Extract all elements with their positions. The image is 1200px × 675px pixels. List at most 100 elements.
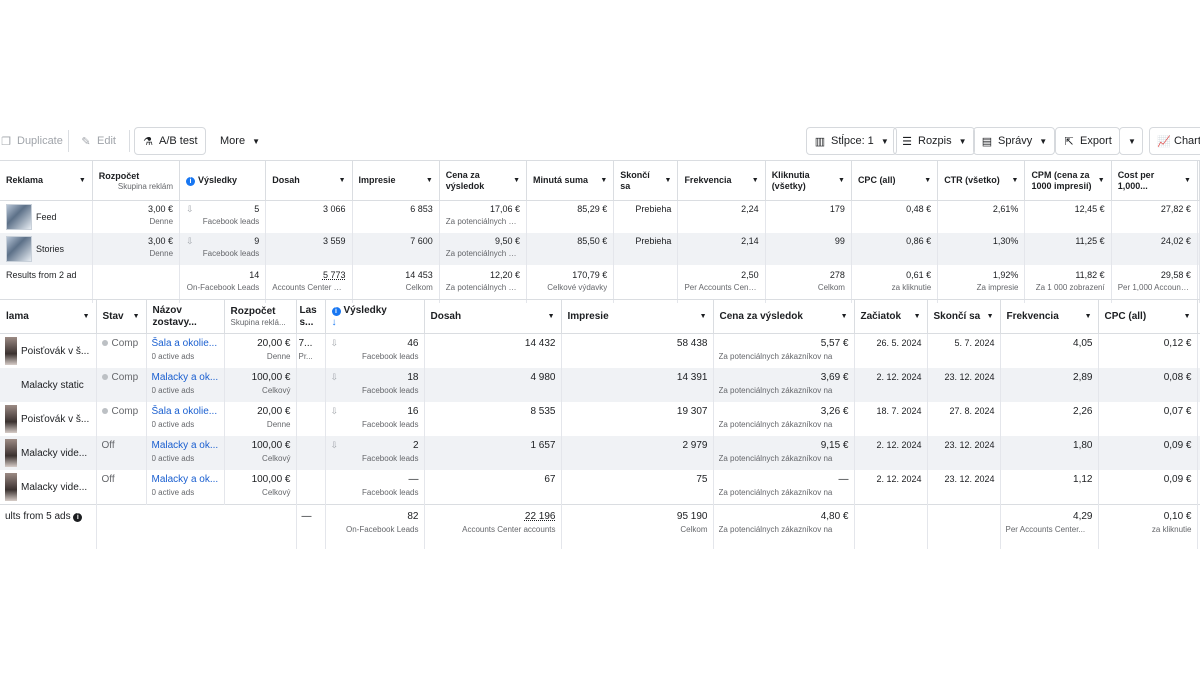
amount-spent-cell: 85,50 €: [526, 233, 615, 265]
reports-button[interactable]: ▤ Správy ▼: [973, 127, 1056, 155]
reach-cell: 1 657: [424, 436, 562, 470]
table-row[interactable]: Stories 3,00 € Denne ⇩ 9 Facebook leads 3 5…: [0, 233, 1200, 265]
col-header-cpm[interactable]: CPM (cena za 1000 impresií) ▼: [1024, 160, 1112, 201]
last-cell: [296, 436, 326, 470]
col-header-cpc[interactable]: CPC (all) ▼: [1098, 299, 1198, 334]
ad-name-cell[interactable]: Malacky vide...: [0, 436, 97, 470]
download-icon: ⇩: [330, 440, 339, 450]
ad-name-cell[interactable]: Poisťovák v š...: [0, 333, 97, 368]
table-row[interactable]: Feed 3,00 € Denne ⇩ 5 Facebook leads 3 066 …: [0, 200, 1200, 233]
download-icon: ⇩: [186, 236, 194, 246]
col-header-reach[interactable]: Dosah ▼: [265, 160, 353, 201]
breakdown-button[interactable]: ☰ Rozpis ▼: [893, 127, 975, 155]
adset-cell[interactable]: Šala a okolie... 0 active ads: [146, 333, 225, 368]
col-header-clicks[interactable]: Kliknutia (všetky) ▼: [765, 160, 852, 201]
budget-cell[interactable]: 3,00 € Denne: [92, 233, 181, 265]
col-header-ad[interactable]: lama ▼: [0, 299, 97, 334]
export-button[interactable]: ⇱ Export: [1055, 127, 1120, 155]
budget-cell[interactable]: 100,00 € Celkový: [224, 470, 297, 505]
status-cell[interactable]: Comp: [96, 333, 147, 368]
table-row[interactable]: Malacky vide... Off Malacky a ok... 0 act…: [0, 436, 1200, 470]
start-cell: 2. 12. 2024: [854, 470, 928, 505]
cpc-total: 0,10 € za kliknutie: [1098, 504, 1198, 549]
col-header-frequency[interactable]: Frekvencia ▼: [677, 160, 766, 201]
table-row[interactable]: Poisťovák v š... Comp Šala a okolie... 0 …: [0, 402, 1200, 436]
results-cell: ⇩ 5 Facebook leads: [179, 200, 267, 233]
adset-cell[interactable]: Malacky a ok... 0 active ads: [146, 470, 225, 505]
ad-name-cell[interactable]: Malacky static: [0, 368, 97, 402]
col-header-budget[interactable]: Rozpočet Skupina reklá...: [224, 299, 297, 334]
start-cell: 26. 5. 2024: [854, 333, 928, 368]
table-row[interactable]: Malacky vide... Off Malacky a ok... 0 act…: [0, 470, 1200, 505]
edit-button[interactable]: ✎ Edit: [72, 127, 124, 155]
budget-cell[interactable]: 20,00 € Denne: [224, 402, 297, 436]
caret-down-icon: ▼: [664, 177, 672, 184]
duplicate-button[interactable]: ❐ Duplicate: [0, 127, 71, 155]
charts-button[interactable]: 📈 Charts: [1149, 127, 1200, 155]
cpm-cell: 12,45 €: [1024, 200, 1112, 233]
table-row[interactable]: Poisťovák v š... Comp Šala a okolie... 0 …: [0, 333, 1200, 368]
adset-cell[interactable]: Malacky a ok... 0 active ads: [146, 436, 225, 470]
caret-down-icon: ▼: [513, 177, 521, 184]
ctr-total: 1,92% Za impresie: [937, 265, 1026, 303]
reach-cell: 4 980: [424, 368, 562, 402]
more-button[interactable]: More ▼: [212, 127, 268, 155]
totals-label: Results from 2 ad: [0, 265, 93, 303]
status-cell[interactable]: Comp: [96, 368, 147, 402]
results-cell: — Facebook leads: [325, 470, 425, 505]
results-total: 14 On-Facebook Leads: [179, 265, 267, 303]
col-header-budget[interactable]: Rozpočet Skupina reklám: [92, 160, 181, 201]
reach-total: 22 196 Accounts Center accounts: [424, 504, 562, 549]
col-header-cost-per-result[interactable]: Cena za výsledok ▼: [439, 160, 528, 201]
col-header-frequency[interactable]: Frekvencia ▼: [1000, 299, 1099, 334]
col-header-cpc[interactable]: CPC (all) ▼: [851, 160, 939, 201]
col-header-results[interactable]: i Výsledky ↓: [325, 299, 425, 334]
ad-name-cell[interactable]: Malacky vide...: [0, 470, 97, 505]
ad-name-cell[interactable]: Feed: [0, 200, 93, 233]
col-header-status[interactable]: Stav ▼: [96, 299, 147, 334]
ad-name-cell[interactable]: Poisťovák v š...: [0, 402, 97, 436]
export-dropdown-button[interactable]: ▼: [1119, 127, 1143, 155]
col-header-last[interactable]: Las s...: [296, 299, 326, 334]
budget-cell[interactable]: 100,00 € Celkový: [224, 436, 297, 470]
col-header-ctr[interactable]: CTR (všetko) ▼: [937, 160, 1026, 201]
col-header-ends[interactable]: Skončí sa ▼: [613, 160, 679, 201]
cpc-cell: 0,09 €: [1098, 436, 1198, 470]
col-header-reach[interactable]: Dosah ▼: [424, 299, 562, 334]
budget-cell[interactable]: 100,00 € Celkový: [224, 368, 297, 402]
status-cell[interactable]: Comp: [96, 402, 147, 436]
col-header-amount-spent[interactable]: Minutá suma ▼: [526, 160, 615, 201]
col-header-cost-per-result[interactable]: Cena za výsledok ▼: [713, 299, 855, 334]
col-header-impressions[interactable]: Impresie ▼: [352, 160, 440, 201]
ad-name-cell[interactable]: Stories: [0, 233, 93, 265]
columns-button[interactable]: ▥ Stĺpce: 1 ▼: [806, 127, 897, 155]
last-cell: 7... Pr...: [296, 333, 326, 368]
ab-test-button[interactable]: ⚗ A/B test: [134, 127, 206, 155]
budget-cell[interactable]: 3,00 € Denne: [92, 200, 181, 233]
budget-cell[interactable]: 20,00 € Denne: [224, 333, 297, 368]
col-header-start[interactable]: Začiatok ▼: [854, 299, 928, 334]
table-row[interactable]: Malacky static Comp Malacky a ok... 0 act…: [0, 368, 1200, 402]
col-header-results[interactable]: i Výsledky: [179, 160, 267, 201]
status-cell[interactable]: Off: [96, 436, 147, 470]
ends-cell: 27. 8. 2024: [927, 402, 1001, 436]
adset-cell[interactable]: Šala a okolie... 0 active ads: [146, 402, 225, 436]
status-cell[interactable]: Off: [96, 470, 147, 505]
totals-label: ults from 5 ads i: [0, 504, 97, 549]
impressions-total: 95 190 Celkom: [561, 504, 714, 549]
caret-down-icon: ▼: [338, 177, 346, 184]
col-header-impressions[interactable]: Impresie ▼: [561, 299, 714, 334]
col-header-ad[interactable]: Reklama ▼: [0, 160, 93, 201]
status-dot: [101, 408, 108, 415]
cpc-cell: 0,07 €: [1098, 402, 1198, 436]
frequency-cell: 1,12: [1000, 470, 1099, 505]
results-cell: ⇩ 16 Facebook leads: [325, 402, 425, 436]
col-header-ends[interactable]: Skončí sa ▼: [927, 299, 1001, 334]
breakdown-icon: ☰: [902, 135, 912, 148]
last-cell: [296, 470, 326, 505]
info-icon[interactable]: i: [73, 513, 83, 522]
ads-table-top: Reklama ▼ Rozpočet Skupina reklám i Výsledk…: [0, 160, 1200, 303]
col-header-cost-per[interactable]: Cost per 1,000... ▼: [1111, 160, 1198, 201]
adset-cell[interactable]: Malacky a ok... 0 active ads: [146, 368, 225, 402]
col-header-adset[interactable]: Názov zostavy...: [146, 299, 225, 334]
